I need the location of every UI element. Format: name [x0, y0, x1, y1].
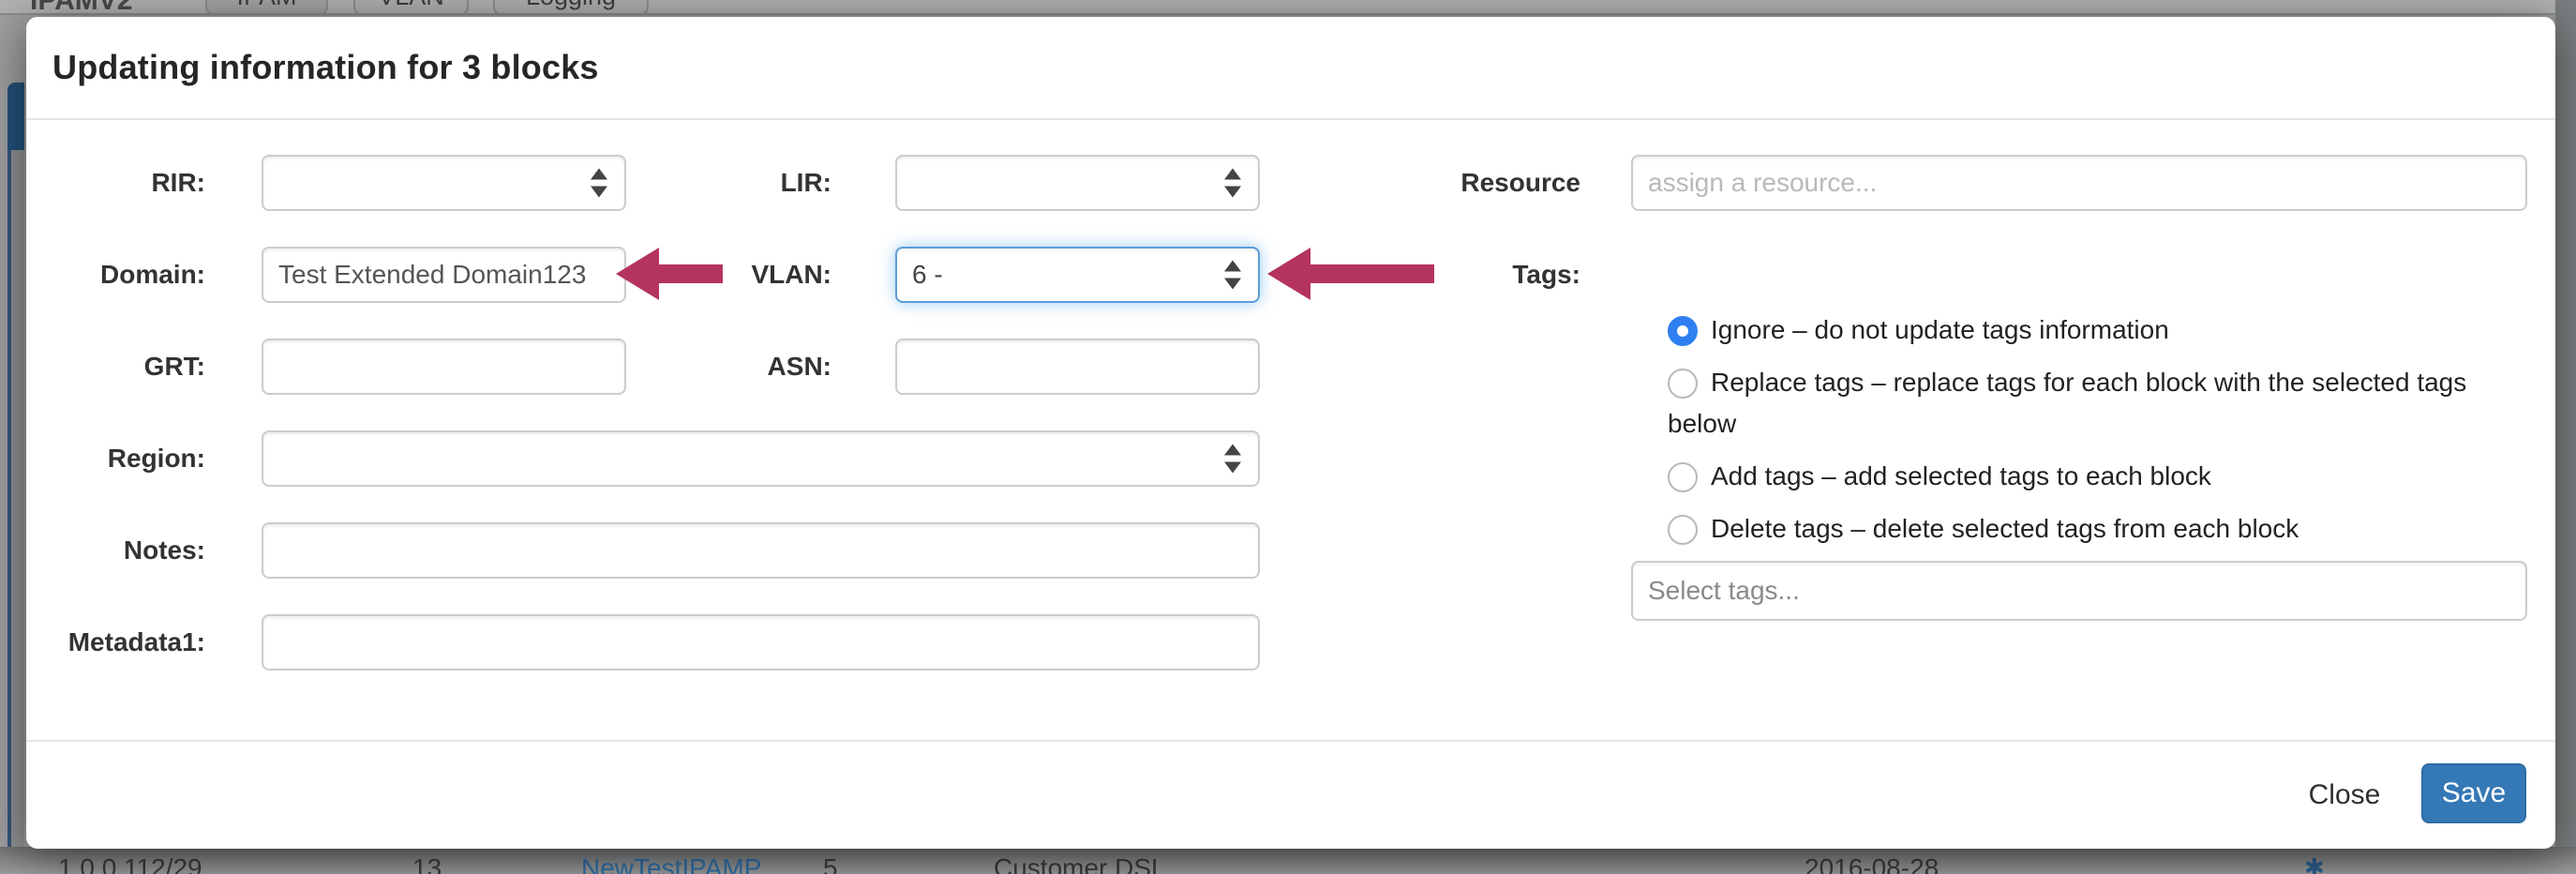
row-cell-value: 5 [823, 853, 838, 874]
select-stepper-icon [591, 169, 607, 198]
background-right-edge [2555, 0, 2576, 874]
radio-option-label: Add tags – add selected tags to each blo… [1711, 461, 2211, 490]
row-cell-type: Customer DSL [994, 853, 1166, 874]
radio-icon[interactable] [1668, 462, 1698, 492]
row-cell-resource-link: NewTestIPAMP [581, 853, 761, 874]
grt-input[interactable] [262, 339, 626, 395]
metadata1-input[interactable] [262, 614, 1260, 671]
modal-header: Updating information for 3 blocks [26, 17, 2555, 120]
metadata1-label: Metadata1: [18, 614, 205, 671]
domain-label: Domain: [18, 247, 205, 303]
radio-option-delete-tags[interactable]: Delete tags – delete selected tags from … [1668, 508, 2493, 550]
modal-title-prefix: Updating information for [52, 48, 462, 86]
rir-select[interactable] [262, 155, 626, 211]
lir-select[interactable] [895, 155, 1260, 211]
row-cell-block: 1.0.0.112/29 [58, 853, 202, 874]
radio-option-ignore[interactable]: Ignore – do not update tags information [1668, 309, 2493, 351]
radio-selected-icon[interactable] [1668, 316, 1698, 346]
select-stepper-icon [1224, 261, 1241, 290]
resource-label: Resource [1393, 155, 1580, 211]
radio-option-label: Ignore – do not update tags information [1711, 315, 2169, 344]
vlan-select[interactable]: 6 - [895, 247, 1260, 303]
navbar-brand: IPAMV2 [30, 0, 132, 15]
region-label: Region: [18, 430, 205, 487]
row-cell-date: 2016-08-28 [1805, 853, 1939, 874]
background-table-row: 1.0.0.112/29 13 NewTestIPAMP 5 Customer … [0, 851, 2576, 874]
notes-input[interactable] [262, 522, 1260, 579]
vlan-select-value: 6 - [912, 260, 943, 289]
radio-option-replace-tags[interactable]: Replace tags – replace tags for each blo… [1668, 362, 2493, 445]
rir-label: RIR: [18, 155, 205, 211]
radio-option-label: Replace tags – replace tags for each blo… [1668, 368, 2466, 438]
radio-icon[interactable] [1668, 369, 1698, 399]
select-stepper-icon [1224, 169, 1241, 198]
asn-label: ASN: [644, 339, 831, 395]
radio-option-label: Delete tags – delete selected tags from … [1711, 514, 2299, 543]
grt-label: GRT: [18, 339, 205, 395]
background-panel-header-edge [7, 83, 24, 152]
notes-label: Notes: [18, 522, 205, 579]
tab-ipam: IPAM [205, 0, 328, 15]
background-navbar: IPAMV2 IPAM VLAN Logging [0, 0, 2576, 15]
lir-label: LIR: [644, 155, 831, 211]
select-tags-input[interactable] [1631, 561, 2527, 621]
tab-vlan: VLAN [353, 0, 469, 15]
radio-icon[interactable] [1668, 515, 1698, 545]
page: IPAMV2 IPAM VLAN Logging 1.0.0.112/29 13… [0, 0, 2576, 874]
row-cell-count: 13 [412, 853, 442, 874]
domain-input[interactable] [262, 247, 626, 303]
modal-title: Updating information for 3 blocks [52, 48, 599, 87]
modal-title-count: 3 [462, 48, 481, 86]
modal-footer: Close Save [26, 740, 2555, 849]
tags-option-list: Ignore – do not update tags information … [1668, 309, 2493, 561]
modal-title-suffix: blocks [481, 48, 598, 86]
region-select[interactable] [262, 430, 1260, 487]
update-blocks-modal: Updating information for 3 blocks RIR: L… [26, 17, 2555, 849]
asn-input[interactable] [895, 339, 1260, 395]
resource-input[interactable] [1631, 155, 2527, 211]
close-button[interactable]: Close [2284, 762, 2405, 828]
tab-logging: Logging [493, 0, 649, 15]
select-stepper-icon [1224, 445, 1241, 474]
save-button[interactable]: Save [2421, 763, 2526, 823]
row-star-icon: ✱ [2304, 853, 2325, 874]
radio-option-add-tags[interactable]: Add tags – add selected tags to each blo… [1668, 456, 2493, 497]
